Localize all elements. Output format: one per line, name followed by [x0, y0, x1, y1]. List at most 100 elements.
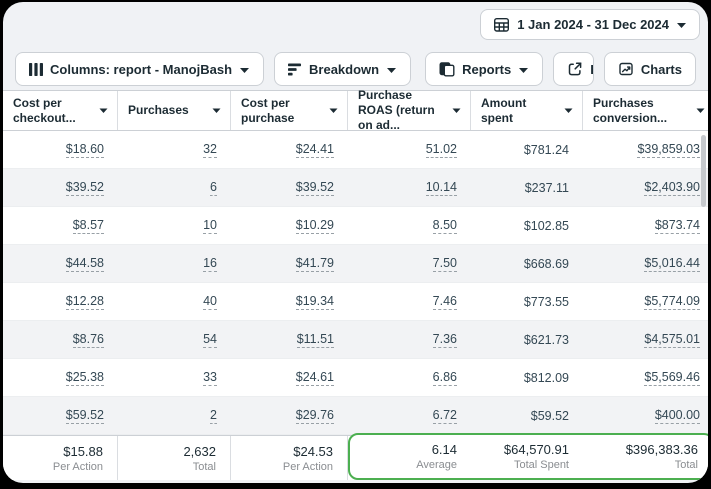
metric-value[interactable]: 7.36 [433, 332, 457, 348]
column-header-amount-spent[interactable]: Amount spent [471, 91, 583, 130]
table-cell: $39,859.03 [583, 131, 708, 168]
column-header-purchase-roas[interactable]: Purchase ROAS (return on ad... [348, 91, 471, 130]
metric-value[interactable]: $24.61 [296, 370, 334, 386]
export-button[interactable]: Export [554, 53, 594, 85]
table-cell: $8.57 [3, 207, 118, 244]
table-cell: $24.41 [231, 131, 348, 168]
table-cell: 33 [118, 359, 231, 396]
metric-value[interactable]: $59.52 [66, 408, 104, 424]
metric-value[interactable]: 6.86 [433, 370, 457, 386]
metric-value[interactable]: $39.52 [66, 180, 104, 196]
metric-value[interactable]: $39,859.03 [637, 142, 700, 158]
metric-value[interactable]: $5,569.46 [644, 370, 700, 386]
table-cell: $237.11 [471, 169, 583, 206]
metric-value[interactable]: $5,016.44 [644, 256, 700, 272]
metric-value[interactable]: 2 [210, 408, 217, 424]
summary-label: Total Spent [514, 459, 569, 471]
metric-value[interactable]: $873.74 [655, 218, 700, 234]
table-row: $44.58 16 $41.79 7.50 $668.69 $5,016.44 [3, 245, 708, 283]
summary-label: Average [416, 459, 457, 471]
reports-icon [439, 62, 455, 77]
table-cell: 6.72 [348, 397, 471, 434]
breakdown-icon [288, 63, 302, 76]
metric-value[interactable]: $8.57 [73, 218, 104, 234]
table-cell: $41.79 [231, 245, 348, 282]
metric-value[interactable]: $39.52 [296, 180, 334, 196]
table-cell: $873.74 [583, 207, 708, 244]
metric-value[interactable]: $2,403.90 [644, 180, 700, 196]
table-cell: $4,575.01 [583, 321, 708, 358]
summary-value: $24.53 [293, 444, 333, 459]
metric-value[interactable]: $5,774.09 [644, 294, 700, 310]
export-split-button: Export [553, 52, 594, 86]
summary-value: $64,570.91 [504, 442, 569, 457]
metric-value[interactable]: 40 [203, 294, 217, 310]
metric-value[interactable]: $18.60 [66, 142, 104, 158]
metric-value[interactable]: $44.58 [66, 256, 104, 272]
column-header-label: Purchases [128, 103, 189, 118]
table-cell: 8.50 [348, 207, 471, 244]
metric-value[interactable]: 54 [203, 332, 217, 348]
column-header-cost-per-purchase[interactable]: Cost per purchase [231, 91, 348, 130]
ads-reporting-screen: 1 Jan 2024 - 31 Dec 2024 Columns: report… [3, 2, 708, 483]
metric-value[interactable]: 16 [203, 256, 217, 272]
chevron-down-icon [212, 103, 221, 118]
table-cell: $39.52 [231, 169, 348, 206]
metric-value: $237.11 [525, 181, 569, 195]
metric-value[interactable]: $11.51 [297, 332, 334, 348]
column-header-purchases[interactable]: Purchases [118, 91, 231, 130]
table-cell: $19.34 [231, 283, 348, 320]
column-header-cost-per-checkout[interactable]: Cost per checkout... [3, 91, 118, 130]
metric-value[interactable]: 33 [203, 370, 217, 386]
table-cell: 51.02 [348, 131, 471, 168]
metric-value[interactable]: $24.41 [296, 142, 334, 158]
columns-button[interactable]: Columns: report - ManojBash [15, 52, 264, 86]
metric-value[interactable]: 32 [203, 142, 217, 158]
table-cell: $668.69 [471, 245, 583, 282]
table-cell: $10.29 [231, 207, 348, 244]
table-row: $39.52 6 $39.52 10.14 $237.11 $2,403.90 [3, 169, 708, 207]
table-cell: $59.52 [471, 397, 583, 434]
metric-value[interactable]: $12.28 [66, 294, 104, 310]
table-header-row: Cost per checkout... Purchases Cost per … [3, 91, 708, 131]
table-cell: $781.24 [471, 131, 583, 168]
metric-value[interactable]: 10 [203, 218, 217, 234]
reports-button[interactable]: Reports [425, 52, 543, 86]
table-cell: 6 [118, 169, 231, 206]
table-cell: $24.61 [231, 359, 348, 396]
metric-value[interactable]: 8.50 [433, 218, 457, 234]
metric-value[interactable]: 7.50 [433, 256, 457, 272]
metric-value[interactable]: 10.14 [426, 180, 457, 196]
table-cell: 7.50 [348, 245, 471, 282]
metric-value[interactable]: 6 [210, 180, 217, 196]
metric-value[interactable]: $4,575.01 [644, 332, 700, 348]
breakdown-button[interactable]: Breakdown [274, 52, 411, 86]
metric-value[interactable]: $25.38 [66, 370, 104, 386]
vertical-scrollbar[interactable] [701, 135, 706, 207]
date-range-label: 1 Jan 2024 - 31 Dec 2024 [517, 17, 669, 32]
summary-cell-purchases-conversion: $396,383.36 Total [583, 435, 708, 478]
metric-value[interactable]: 6.72 [433, 408, 457, 424]
table-cell: $102.85 [471, 207, 583, 244]
metric-value[interactable]: $400.00 [655, 408, 700, 424]
metric-value[interactable]: $19.34 [296, 294, 334, 310]
metric-value[interactable]: 51.02 [426, 142, 457, 158]
date-range-picker[interactable]: 1 Jan 2024 - 31 Dec 2024 [480, 9, 700, 40]
chevron-down-icon [99, 103, 108, 118]
column-header-label: Purchases conversion... [593, 96, 691, 126]
charts-button-label: Charts [641, 62, 682, 77]
metric-value[interactable]: 7.46 [433, 294, 457, 310]
charts-button[interactable]: Charts [604, 52, 696, 86]
metric-value[interactable]: $8.76 [73, 332, 104, 348]
summary-cell-cost-per-checkout: $15.88 Per Action [3, 436, 118, 480]
summary-highlight-box: 6.14 Average $64,570.91 Total Spent $396… [348, 433, 708, 480]
column-header-purchases-conversion[interactable]: Purchases conversion... [583, 91, 708, 130]
metric-value[interactable]: $29.76 [296, 408, 334, 424]
table-row: $18.60 32 $24.41 51.02 $781.24 $39,859.03 [3, 131, 708, 169]
metric-value[interactable]: $41.79 [296, 256, 334, 272]
summary-value: $396,383.36 [626, 442, 698, 457]
summary-cell-amount-spent: $64,570.91 Total Spent [471, 435, 583, 478]
export-icon [567, 61, 583, 77]
metric-value[interactable]: $10.29 [296, 218, 334, 234]
breakdown-button-label: Breakdown [309, 62, 379, 77]
